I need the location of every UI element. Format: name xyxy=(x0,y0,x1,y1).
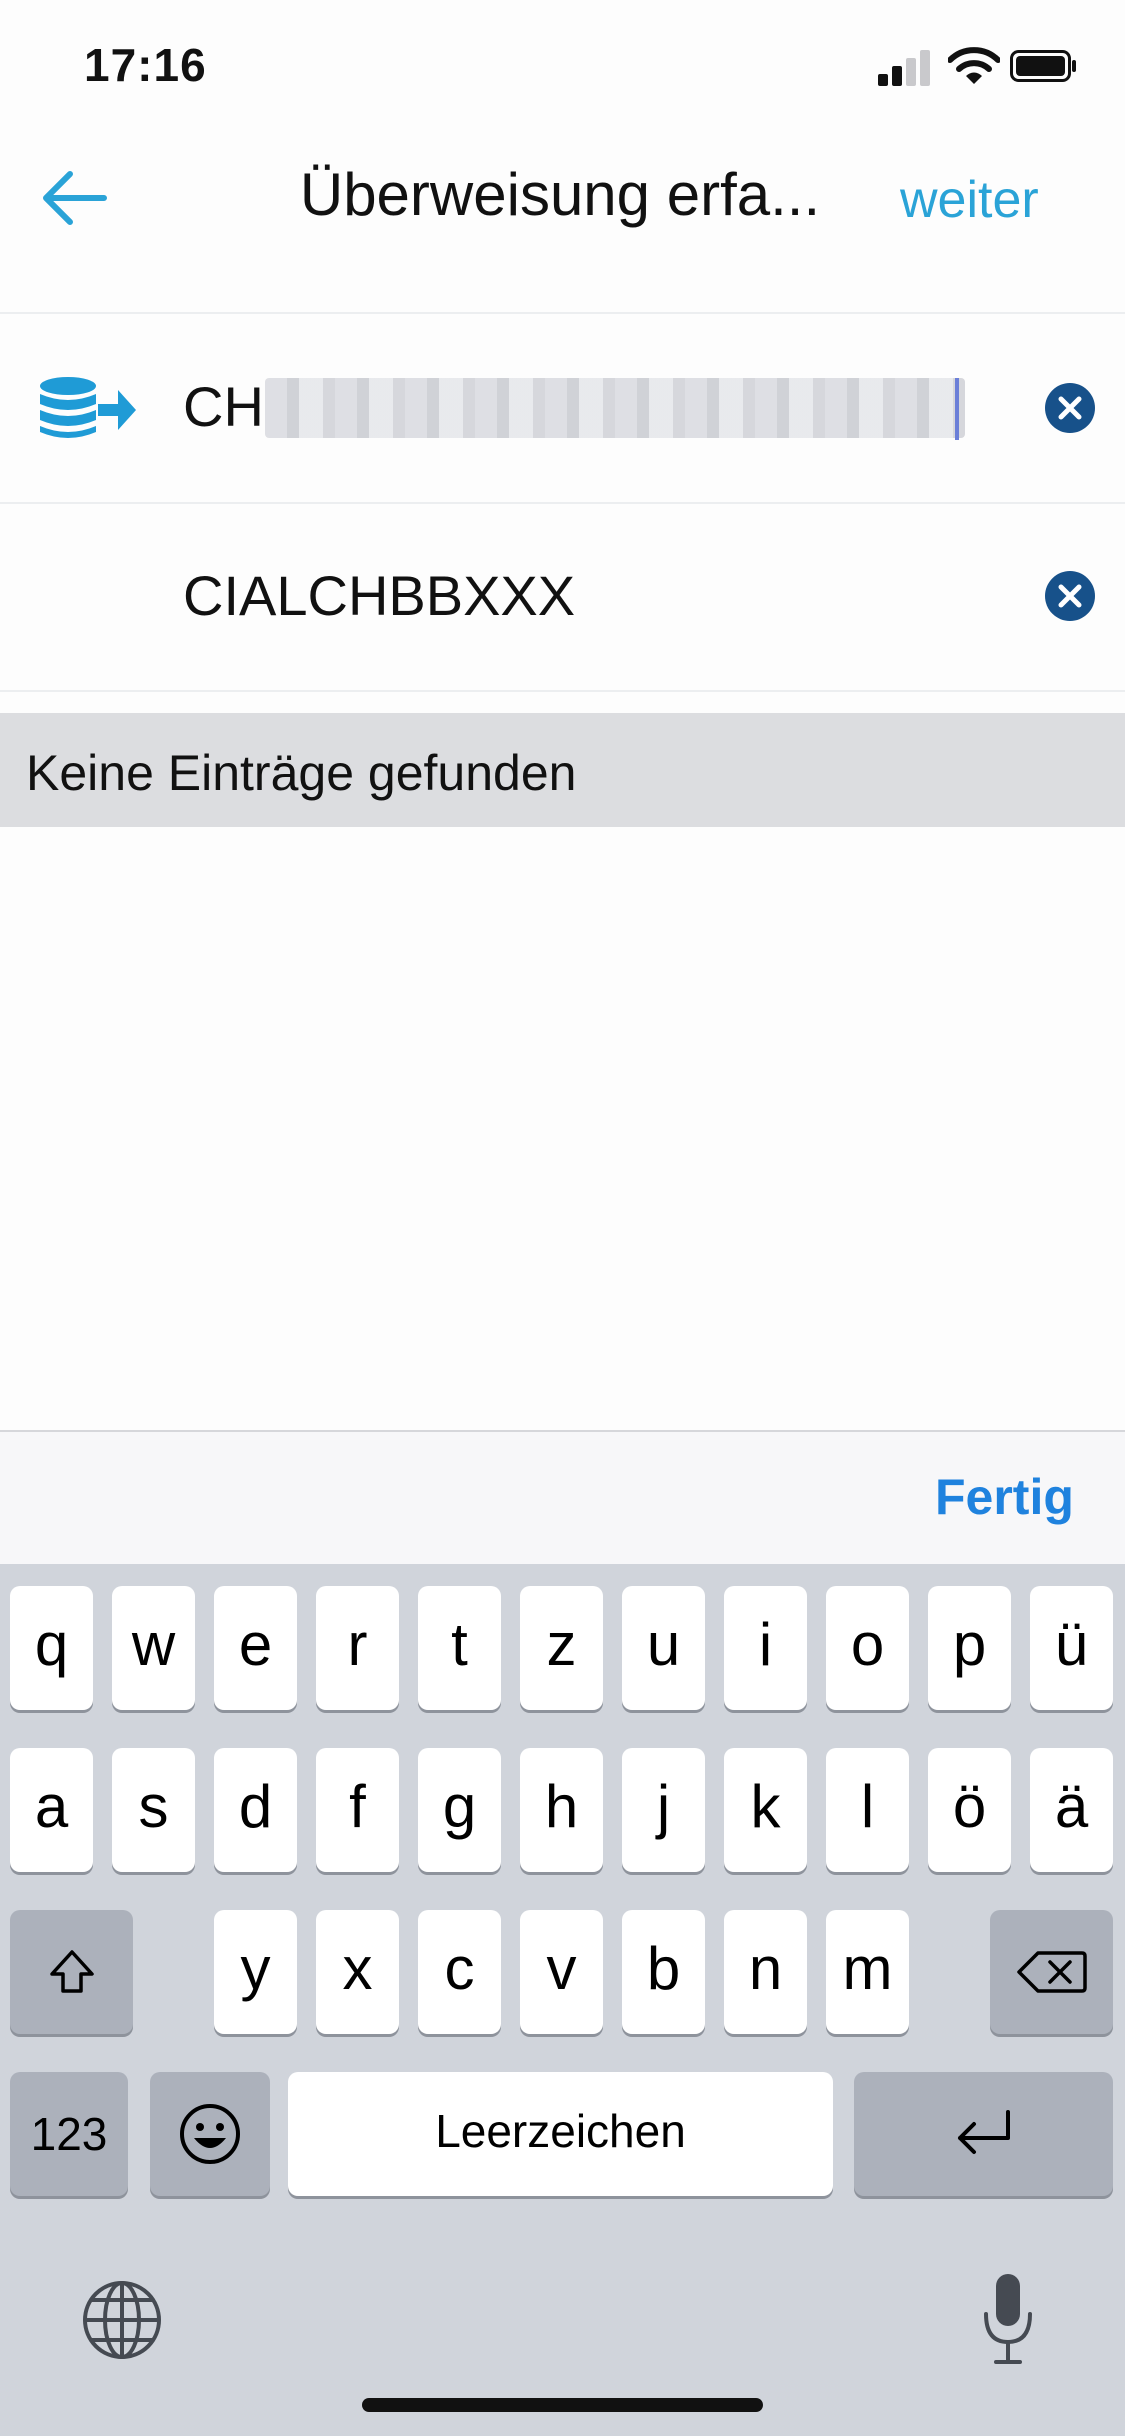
key-p[interactable]: p xyxy=(928,1586,1011,1710)
return-key[interactable] xyxy=(854,2072,1113,2196)
key-r[interactable]: r xyxy=(316,1586,399,1710)
divider xyxy=(0,502,1125,504)
key-k[interactable]: k xyxy=(724,1748,807,1872)
arrow-left-icon xyxy=(43,171,107,225)
backspace-key[interactable] xyxy=(990,1910,1113,2034)
key-c[interactable]: c xyxy=(418,1910,501,2034)
iban-input-redacted[interactable] xyxy=(265,378,965,438)
home-indicator xyxy=(362,2398,763,2412)
key-y[interactable]: y xyxy=(214,1910,297,2034)
key-g[interactable]: g xyxy=(418,1748,501,1872)
dictation-button[interactable] xyxy=(980,2270,1036,2370)
emoji-icon xyxy=(180,2104,240,2164)
key-a[interactable]: a xyxy=(10,1748,93,1872)
key-oe[interactable]: ö xyxy=(928,1748,1011,1872)
key-s[interactable]: s xyxy=(112,1748,195,1872)
key-m[interactable]: m xyxy=(826,1910,909,2034)
battery-icon xyxy=(1010,50,1078,82)
key-t[interactable]: t xyxy=(418,1586,501,1710)
empty-results-text: Keine Einträge gefunden xyxy=(26,745,577,801)
done-button[interactable]: Fertig xyxy=(935,1468,1074,1526)
key-e[interactable]: e xyxy=(214,1586,297,1710)
backspace-icon xyxy=(1017,1951,1087,1993)
numbers-key[interactable]: 123 xyxy=(10,2072,128,2196)
microphone-icon xyxy=(984,2274,1032,2364)
globe-icon xyxy=(83,2281,161,2359)
signal-strength-icon xyxy=(878,48,934,86)
key-x[interactable]: x xyxy=(316,1910,399,2034)
next-button[interactable]: weiter xyxy=(900,170,1039,230)
key-z[interactable]: z xyxy=(520,1586,603,1710)
shift-key[interactable] xyxy=(10,1910,133,2034)
key-ue[interactable]: ü xyxy=(1030,1586,1113,1710)
wifi-icon xyxy=(947,46,1001,86)
key-o[interactable]: o xyxy=(826,1586,909,1710)
emoji-key[interactable] xyxy=(150,2072,270,2196)
iban-input-prefix[interactable]: CH xyxy=(183,374,264,439)
globe-button[interactable] xyxy=(80,2278,164,2362)
key-u[interactable]: u xyxy=(622,1586,705,1710)
keyboard: q w e r t z u i o p ü a s d f g h j k l … xyxy=(0,1564,1125,2436)
key-v[interactable]: v xyxy=(520,1910,603,2034)
key-n[interactable]: n xyxy=(724,1910,807,2034)
bic-input[interactable]: CIALCHBBXXX xyxy=(183,563,575,628)
close-circle-icon xyxy=(1058,396,1082,420)
divider xyxy=(0,690,1125,692)
key-q[interactable]: q xyxy=(10,1586,93,1710)
shift-icon xyxy=(50,1950,94,1993)
key-w[interactable]: w xyxy=(112,1586,195,1710)
key-b[interactable]: b xyxy=(622,1910,705,2034)
key-l[interactable]: l xyxy=(826,1748,909,1872)
page-title: Überweisung erfa... xyxy=(299,161,821,228)
key-d[interactable]: d xyxy=(214,1748,297,1872)
close-circle-icon xyxy=(1058,584,1082,608)
key-j[interactable]: j xyxy=(622,1748,705,1872)
status-time: 17:16 xyxy=(84,39,207,91)
key-ae[interactable]: ä xyxy=(1030,1748,1113,1872)
return-icon xyxy=(958,2110,1010,2154)
text-cursor xyxy=(955,378,959,440)
key-i[interactable]: i xyxy=(724,1586,807,1710)
back-button[interactable] xyxy=(38,168,110,228)
key-f[interactable]: f xyxy=(316,1748,399,1872)
clear-iban-button[interactable] xyxy=(1045,383,1095,433)
key-h[interactable]: h xyxy=(520,1748,603,1872)
clear-bic-button[interactable] xyxy=(1045,571,1095,621)
database-transfer-icon xyxy=(38,376,138,442)
divider xyxy=(0,312,1125,314)
space-key[interactable]: Leerzeichen xyxy=(288,2072,833,2196)
